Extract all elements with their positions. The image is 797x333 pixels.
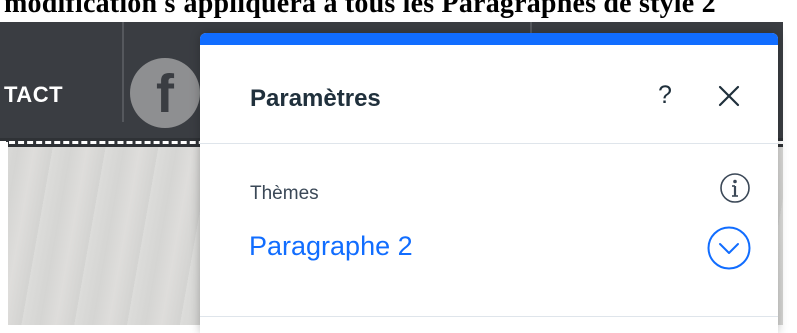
theme-dropdown-button[interactable] <box>706 225 752 271</box>
info-icon[interactable] <box>718 171 752 205</box>
canvas-right-edge <box>783 22 797 325</box>
facebook-glyph: f <box>156 64 174 124</box>
panel-header-divider <box>200 143 778 144</box>
facebook-icon[interactable]: f <box>130 58 200 128</box>
theme-select-value[interactable]: Paragraphe 2 <box>249 231 413 262</box>
nav-divider <box>122 22 124 122</box>
top-caption-strip: modification s'appliquera à tous les Par… <box>0 0 797 22</box>
chevron-down-icon <box>707 226 751 270</box>
panel-section-divider <box>200 316 778 317</box>
help-button[interactable]: ? <box>652 79 678 111</box>
close-icon <box>718 85 740 107</box>
top-caption-text: modification s'appliquera à tous les Par… <box>4 0 716 19</box>
canvas-left-gap <box>0 142 8 325</box>
themes-label: Thèmes <box>250 183 319 204</box>
close-button[interactable] <box>714 79 744 111</box>
settings-panel: Paramètres ? Thèmes Paragraphe 2 <box>200 33 778 333</box>
panel-title: Paramètres <box>250 85 381 112</box>
panel-accent-bar <box>200 33 778 45</box>
nav-item-contact[interactable]: TACT <box>4 82 63 108</box>
